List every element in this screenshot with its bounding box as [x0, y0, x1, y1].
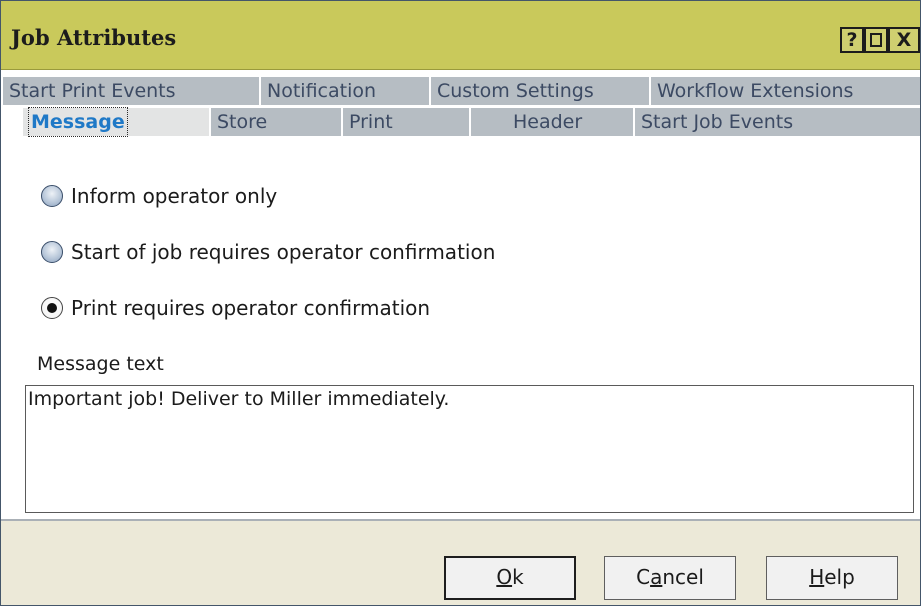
- title-bar[interactable]: Job Attributes ? X: [1, 1, 920, 70]
- tab-store[interactable]: Store: [209, 108, 341, 136]
- tab-label: Print: [349, 111, 393, 133]
- button-mnemonic: O: [496, 565, 513, 589]
- radio-start-of-job-confirmation[interactable]: Start of job requires operator confirmat…: [41, 237, 495, 267]
- radio-unselected-icon[interactable]: [41, 241, 63, 263]
- button-text: elp: [824, 565, 855, 589]
- close-glyph: X: [896, 29, 912, 51]
- tab-label: Start Job Events: [641, 111, 794, 133]
- message-text-label: Message text: [37, 353, 164, 375]
- maximize-icon[interactable]: [864, 27, 888, 53]
- close-icon[interactable]: X: [888, 27, 920, 53]
- radio-label: Print requires operator confirmation: [71, 296, 431, 320]
- dialog-title: Job Attributes: [11, 25, 177, 50]
- tab-label: Workflow Extensions: [657, 80, 854, 102]
- radio-label: Inform operator only: [71, 184, 278, 208]
- tab-custom-settings[interactable]: Custom Settings: [429, 77, 649, 105]
- button-bar: Ok Cancel Help: [1, 521, 920, 605]
- button-mnemonic: a: [650, 565, 663, 589]
- help-button[interactable]: Help: [766, 556, 898, 600]
- job-attributes-dialog: Job Attributes ? X Start Print Events No…: [0, 0, 921, 606]
- button-text: ncel: [662, 565, 704, 589]
- tab-label: Start Print Events: [9, 80, 176, 102]
- tab-start-job-events[interactable]: Start Job Events: [633, 108, 920, 136]
- tab-label: Header: [513, 111, 583, 133]
- radio-inform-operator-only[interactable]: Inform operator only: [41, 181, 277, 211]
- button-text: C: [636, 565, 651, 589]
- tab-strip: Start Print Events Notification Custom S…: [1, 70, 920, 218]
- button-text: k: [512, 565, 524, 589]
- message-panel: Inform operator only Start of job requir…: [1, 149, 920, 519]
- maximize-box: [870, 33, 882, 47]
- button-mnemonic: H: [809, 565, 825, 589]
- ok-button[interactable]: Ok: [444, 556, 576, 600]
- cancel-button[interactable]: Cancel: [604, 556, 736, 600]
- tab-label: Notification: [267, 80, 377, 102]
- radio-unselected-icon[interactable]: [41, 185, 63, 207]
- tab-print[interactable]: Print: [341, 108, 469, 136]
- tab-header[interactable]: Header: [469, 108, 633, 136]
- tab-notification[interactable]: Notification: [259, 77, 429, 105]
- tab-label: Store: [217, 111, 268, 133]
- tab-start-print-events[interactable]: Start Print Events: [1, 77, 259, 105]
- tab-label: Custom Settings: [437, 80, 594, 102]
- radio-print-confirmation[interactable]: Print requires operator confirmation: [41, 293, 430, 323]
- help-glyph: ?: [846, 29, 858, 51]
- help-icon[interactable]: ?: [840, 27, 864, 53]
- message-text-field[interactable]: Important job! Deliver to Miller immedia…: [25, 385, 914, 513]
- tab-workflow-extensions[interactable]: Workflow Extensions: [649, 77, 920, 105]
- tab-label: Message: [28, 107, 128, 137]
- radio-selected-icon[interactable]: [41, 297, 63, 319]
- tab-message[interactable]: Message: [23, 107, 209, 137]
- radio-label: Start of job requires operator confirmat…: [71, 240, 496, 264]
